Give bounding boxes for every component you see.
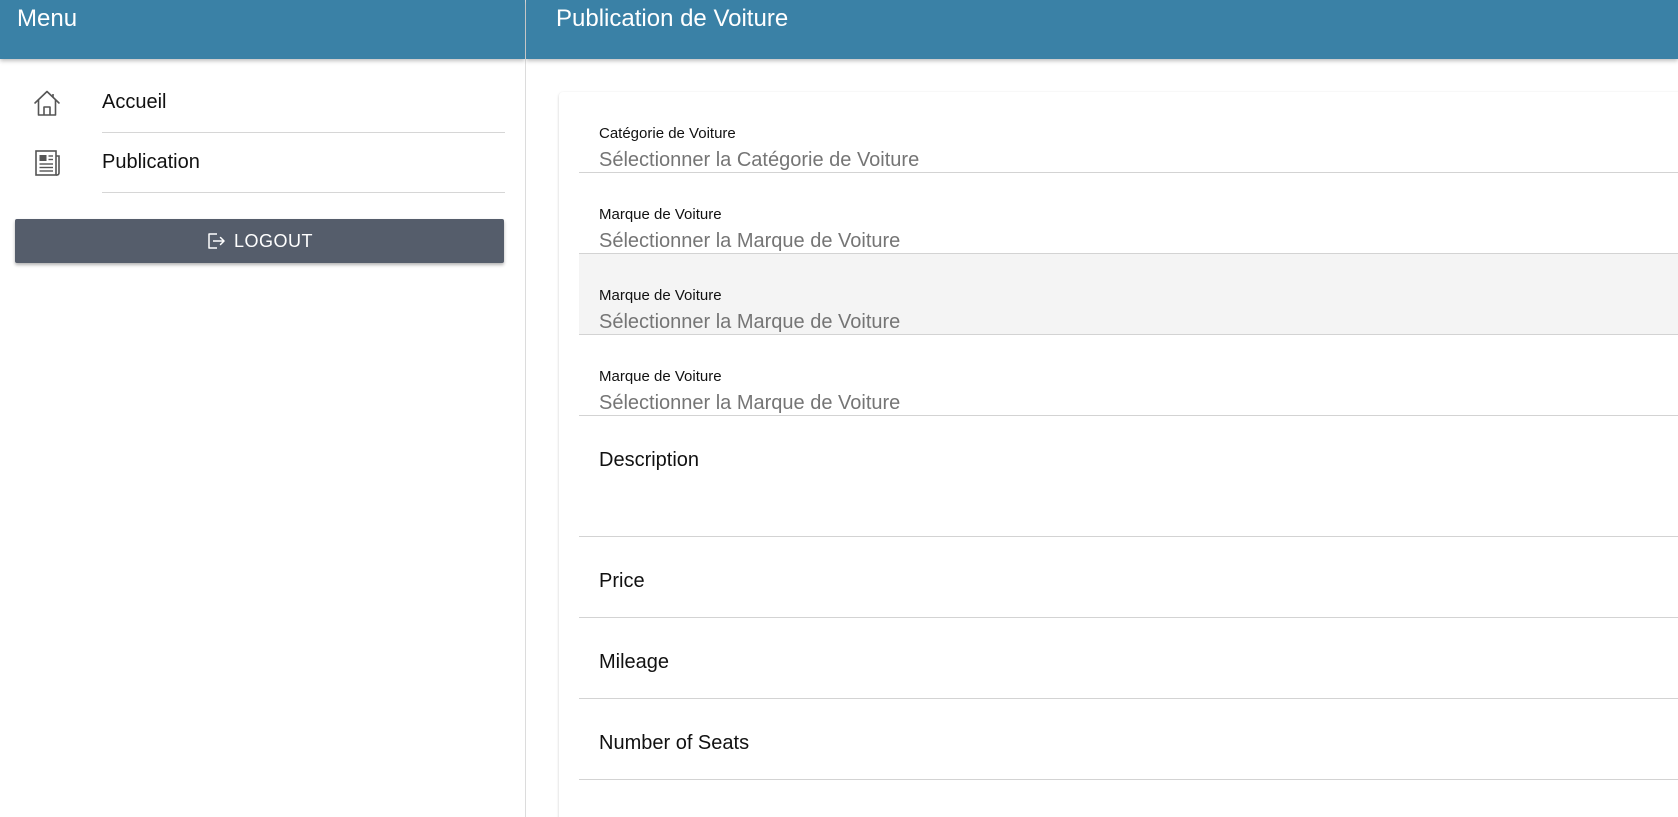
main-content: Publication de Voiture Catégorie de Voit…	[526, 0, 1678, 817]
category-select[interactable]: Catégorie de Voiture Sélectionner la Cat…	[579, 92, 1678, 173]
brand-label-3: Marque de Voiture	[599, 368, 722, 385]
nav-divider	[102, 132, 505, 133]
logout-icon	[206, 231, 226, 251]
sidebar-item-label: Accueil	[102, 91, 167, 113]
description-label: Description	[599, 449, 700, 471]
mileage-label: Mileage	[599, 651, 670, 673]
price-label: Price	[599, 570, 645, 592]
brand-select-2[interactable]: Marque de Voiture Sélectionner la Marque…	[579, 254, 1678, 335]
description-field[interactable]: Description	[579, 416, 1678, 537]
form-card: Catégorie de Voiture Sélectionner la Cat…	[559, 92, 1678, 817]
sidebar-header: Menu	[0, 0, 525, 59]
page-title: Publication de Voiture	[556, 4, 789, 32]
brand-select[interactable]: Marque de Voiture Sélectionner la Marque…	[579, 173, 1678, 254]
seats-label: Number of Seats	[599, 732, 750, 754]
category-placeholder: Sélectionner la Catégorie de Voiture	[599, 149, 920, 171]
price-field[interactable]: Price	[579, 537, 1678, 618]
brand-placeholder-2: Sélectionner la Marque de Voiture	[599, 311, 901, 333]
sidebar-item-accueil[interactable]: Accueil	[0, 90, 525, 163]
home-icon	[32, 88, 62, 118]
brand-label-2: Marque de Voiture	[599, 287, 722, 304]
logout-button[interactable]: LOGOUT	[15, 219, 504, 263]
app-root: Menu Accueil Publication LOGOUT Publicat…	[0, 0, 1678, 817]
sidebar-title: Menu	[17, 4, 78, 32]
category-label: Catégorie de Voiture	[599, 125, 736, 142]
mileage-field[interactable]: Mileage	[579, 618, 1678, 699]
sidebar: Menu Accueil Publication LOGOUT	[0, 0, 526, 817]
brand-placeholder: Sélectionner la Marque de Voiture	[599, 230, 901, 252]
nav-divider	[102, 192, 505, 193]
brand-placeholder-3: Sélectionner la Marque de Voiture	[599, 392, 901, 414]
seats-field[interactable]: Number of Seats	[579, 699, 1678, 780]
sidebar-item-publication[interactable]: Publication	[0, 150, 525, 223]
newspaper-icon	[32, 148, 62, 178]
sidebar-nav: Accueil Publication	[0, 90, 525, 229]
brand-select-3[interactable]: Marque de Voiture Sélectionner la Marque…	[579, 335, 1678, 416]
sidebar-item-label: Publication	[102, 151, 200, 173]
logout-label: LOGOUT	[233, 230, 313, 251]
main-header: Publication de Voiture	[526, 0, 1678, 59]
brand-label: Marque de Voiture	[599, 206, 722, 223]
